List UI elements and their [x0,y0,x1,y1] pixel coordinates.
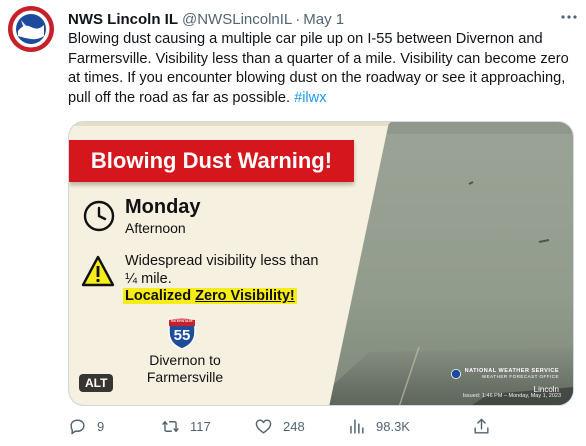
reply-count: 9 [97,418,105,434]
reply-icon [70,418,85,434]
heart-icon [255,418,272,434]
shield-label: INTERSTATE [171,319,193,323]
retweet-icon [162,420,179,432]
more-button[interactable] [558,6,580,28]
tweet-text: Blowing dust causing a multiple car pile… [68,30,574,108]
tweet-header: NWS Lincoln IL @NWSLincolnIL · May 1 [68,9,574,29]
tweet-date[interactable]: May 1 [303,11,344,28]
shield-number: 55 [173,327,191,344]
forecast-daypart: Afternoon [125,220,186,236]
warning-banner: Blowing Dust Warning! [69,140,354,182]
more-dots-icon [561,15,577,19]
separator-dot: · [295,10,301,28]
visibility-text: Widespread visibility less than ¼ mile. [125,253,319,287]
warning-triangle-icon [81,255,115,287]
zero-prefix: Localized [125,288,196,304]
media-image[interactable]: Blowing Dust Warning! Monday Afternoon W… [68,121,574,406]
reply-button[interactable]: 9 [68,417,104,436]
nws-logo-icon [8,6,54,52]
share-icon [474,418,489,434]
avatar[interactable] [8,6,54,52]
route-text: Divernon to Farmersville [146,352,224,385]
nws-line2: WEATHER FORECAST OFFICE [481,374,559,379]
hashtag-link[interactable]: #ilwx [294,90,326,106]
author-name[interactable]: NWS Lincoln IL [68,11,178,28]
like-button[interactable]: 248 [254,417,305,436]
view-count: 98.3K [376,418,410,434]
share-button[interactable] [472,417,491,436]
like-count: 248 [283,418,305,434]
tweet-actions: 9 117 248 98.3K [68,414,580,438]
retweet-button[interactable]: 117 [161,417,211,436]
alt-text-button[interactable]: ALT [79,374,114,392]
clock-icon [83,200,115,232]
zero-visibility-text: Localized Zero Visibility! [123,288,297,304]
nws-branding: NATIONAL WEATHER SERVICE WEATHER FORECAS… [450,368,559,394]
issued-time: Issued: 1:46 PM – Monday, May 1, 2023 [462,393,561,399]
interstate-shield-icon: INTERSTATE 55 [167,318,197,350]
views-button[interactable]: 98.3K [347,417,410,436]
forecast-day: Monday [125,196,201,218]
author-handle[interactable]: @NWSLincolnIL [182,11,292,28]
nws-small-logo-icon [450,368,461,379]
views-chart-icon [350,418,364,434]
zero-emphasis: Zero Visibility! [195,288,295,304]
retweet-count: 117 [190,418,211,434]
